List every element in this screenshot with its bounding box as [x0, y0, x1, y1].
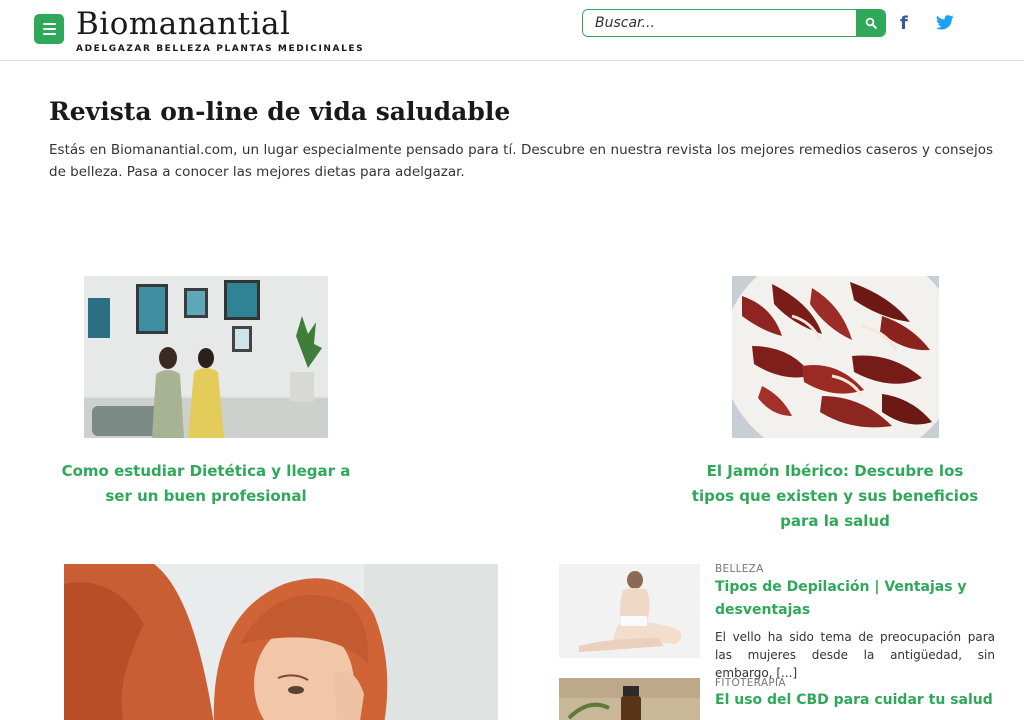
- post-excerpt-depilacion: El vello ha sido tema de preocupación pa…: [715, 630, 995, 680]
- facebook-icon[interactable]: f: [900, 13, 908, 34]
- post-category[interactable]: FITOTERAPIA: [715, 677, 786, 689]
- menu-icon[interactable]: [34, 14, 64, 44]
- page-title: Revista on-line de vida saludable: [49, 97, 511, 126]
- site-header: Biomanantial ADELGAZAR BELLEZA PLANTAS M…: [0, 0, 1024, 61]
- site-logo[interactable]: Biomanantial: [76, 5, 290, 43]
- search-input[interactable]: [583, 10, 856, 36]
- post-image-skincare[interactable]: [64, 564, 498, 720]
- post-thumb-depilacion[interactable]: [559, 564, 700, 658]
- post-category[interactable]: BELLEZA: [715, 563, 764, 575]
- twitter-icon[interactable]: [936, 14, 954, 35]
- intro-text: Estás en Biomanantial.com, un lugar espe…: [49, 142, 993, 180]
- search-button[interactable]: [856, 10, 885, 36]
- search-box: [582, 9, 886, 37]
- post-title-cbd[interactable]: El uso del CBD para cuidar tu salud: [715, 689, 995, 712]
- search-icon: [865, 17, 877, 29]
- featured-image-dietetica[interactable]: [84, 276, 328, 438]
- post-title-depilacion[interactable]: Tipos de Depilación | Ventajas y desvent…: [715, 576, 995, 622]
- featured-title-jamon[interactable]: El Jamón Ibérico: Descubre los tipos que…: [690, 459, 980, 534]
- featured-image-jamon[interactable]: [732, 276, 939, 438]
- post-thumb-cbd[interactable]: [559, 678, 700, 720]
- site-tagline: ADELGAZAR BELLEZA PLANTAS MEDICINALES: [76, 44, 365, 54]
- featured-title-dietetica[interactable]: Como estudiar Dietética y llegar a ser u…: [60, 459, 352, 509]
